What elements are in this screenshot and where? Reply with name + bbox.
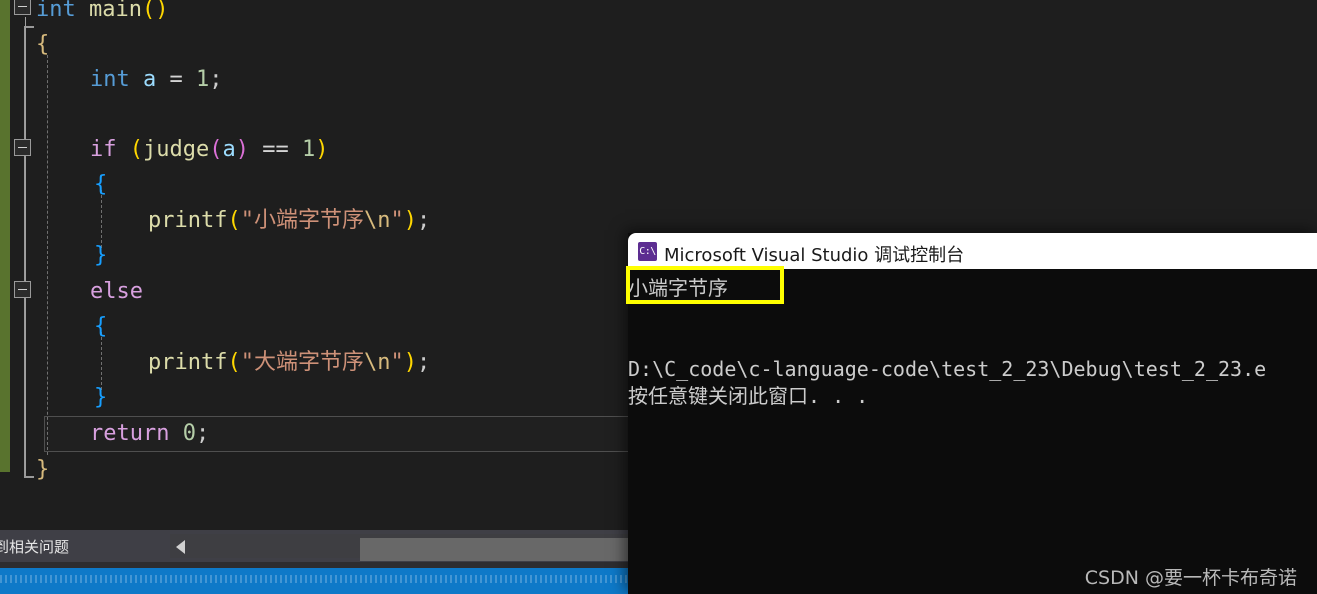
token-var-a: a [143,67,157,92]
code-line-12: } [94,380,107,415]
code-line-6: { [94,167,107,202]
console-output-line-4: 按任意键关闭此窗口. . . [628,384,869,408]
token-lparen-judge: ( [209,137,223,162]
code-line-14: } [36,452,49,487]
token-string-small-endian-body: 小端字节序 [253,208,364,233]
csdn-watermark: CSDN @要一杯卡布奇诺 [1084,567,1297,589]
token-lparen-if: ( [129,137,143,162]
token-keyword-int: int [36,0,76,22]
token-string-small-endian-close: " [390,208,404,233]
scroll-left-arrow-icon[interactable] [176,540,185,554]
code-line-8: } [94,238,107,273]
token-arg-a: a [222,137,236,162]
console-window[interactable]: C:\ Microsoft Visual Studio 调试控制台 小端字节序 … [628,233,1317,594]
token-lparen: ( [141,0,156,22]
console-output-line-1: 小端字节序 [628,276,728,300]
token-rparen-printf-small: ) [403,208,417,233]
token-string-big-endian-close: " [390,350,404,375]
token-function-main: main [89,0,142,22]
token-function-printf-big: printf [148,350,228,375]
token-rbrace-main: } [36,457,50,482]
token-rbrace-if: } [94,243,108,268]
token-escape-newline-small: \n [364,208,391,233]
code-line-7: printf("小端字节序\n"); [148,203,430,238]
console-titlebar[interactable]: C:\ Microsoft Visual Studio 调试控制台 [628,233,1317,269]
code-line-1: int main() [36,0,168,27]
token-escape-newline-big: \n [364,350,391,375]
token-lparen-printf-small: ( [227,208,241,233]
token-function-judge: judge [143,137,210,162]
token-lbrace-else: { [94,314,108,339]
token-rparen-printf-big: ) [403,350,417,375]
console-output-area[interactable]: 小端字节序 D:\C_code\c-language-code\test_2_2… [628,269,1317,594]
token-semicolon-small: ; [417,208,431,233]
token-semicolon-big: ; [417,350,431,375]
token-rparen: ) [155,0,169,22]
token-semicolon-return: ; [195,421,210,446]
token-rparen-judge: ) [235,137,249,162]
token-string-small-endian: " [240,208,254,233]
token-lbrace-if: { [94,172,108,197]
screenshot-root: int main() { int a = 1; if (judge(a) == … [0,0,1317,594]
code-line-10: { [94,309,107,344]
token-number-one-cmp: 1 [301,137,316,162]
code-line-13: return 0; [90,416,209,451]
panel-label-text: 到相关问题 [0,538,70,556]
token-string-big-endian: " [240,350,254,375]
token-operator-eq: == [262,137,289,162]
token-keyword-else: else [90,279,143,304]
console-app-icon: C:\ [638,242,657,261]
code-line-5: if (judge(a) == 1) [90,132,328,167]
token-rbrace-else: } [94,385,108,410]
token-assign: = [169,67,183,92]
token-number-one: 1 [196,67,210,92]
token-function-printf-small: printf [148,208,228,233]
token-lparen-printf-big: ( [227,350,241,375]
code-line-11: printf("大端字节序\n"); [148,345,430,380]
token-semicolon: ; [209,67,223,92]
token-lbrace-main: { [36,32,50,57]
token-keyword-if: if [90,137,117,162]
code-line-3: int a = 1; [90,62,223,97]
console-window-title: Microsoft Visual Studio 调试控制台 [664,245,965,266]
token-string-big-endian-body: 大端字节序 [253,350,364,375]
console-output-line-3: D:\C_code\c-language-code\test_2_23\Debu… [628,357,1267,381]
token-rparen-if: ) [315,137,329,162]
token-keyword-return: return [90,421,170,446]
code-line-2: { [36,27,49,62]
token-keyword-int-decl: int [90,67,130,92]
code-line-9: else [90,274,143,309]
token-number-zero: 0 [182,421,196,446]
